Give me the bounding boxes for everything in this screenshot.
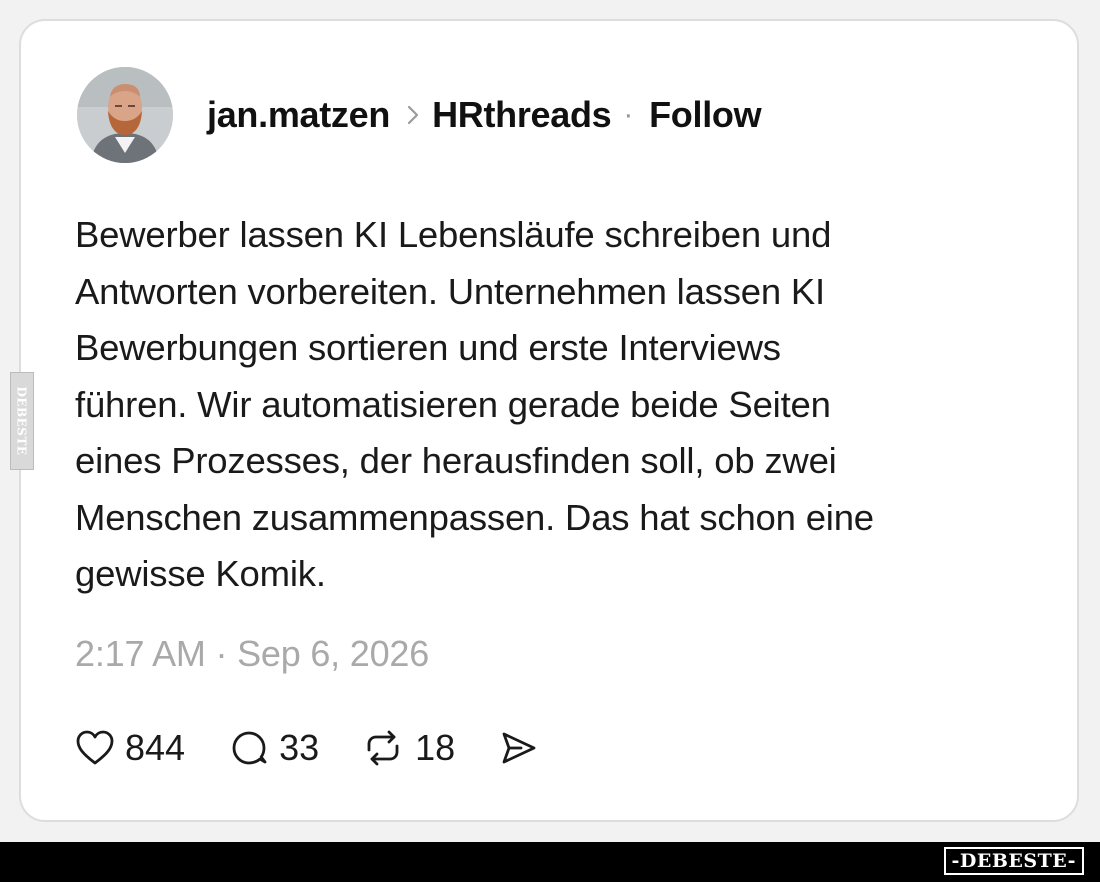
side-watermark-text: DEBESTE — [15, 386, 29, 456]
follow-button[interactable]: Follow — [649, 94, 761, 136]
post-header: jan.matzen HRthreads · Follow — [77, 67, 762, 163]
username-link[interactable]: jan.matzen — [207, 94, 390, 136]
post-timestamp[interactable]: 2:17 AM · Sep 6, 2026 — [75, 633, 429, 675]
reply-count: 33 — [279, 727, 320, 768]
post-card: jan.matzen HRthreads · Follow Bewerber l… — [19, 19, 1079, 822]
avatar-image — [77, 67, 173, 163]
post-text-line: eines Prozesses, der herausfinden soll, … — [75, 440, 837, 481]
like-button[interactable]: 844 — [75, 727, 185, 769]
post-text-line: führen. Wir automatisieren gerade beide … — [75, 383, 831, 425]
reply-bubble-icon — [229, 728, 269, 768]
reply-button[interactable]: 33 — [229, 727, 319, 769]
post-text-line: gewisse Komik. — [75, 553, 326, 594]
share-button[interactable] — [499, 730, 539, 766]
separator-dot: · — [623, 98, 634, 131]
avatar[interactable] — [77, 67, 173, 163]
post-text-line: Bewerber lassen KI Lebensläufe schreiben… — [75, 214, 832, 255]
action-bar: 844 33 18 — [75, 723, 539, 773]
author-line: jan.matzen HRthreads · Follow — [207, 94, 762, 136]
side-watermark: DEBESTE — [10, 372, 34, 470]
chevron-right-icon — [406, 104, 420, 126]
heart-icon — [75, 729, 115, 767]
post-text: Bewerber lassen KI Lebensläufe schreiben… — [75, 207, 1035, 603]
like-count: 844 — [125, 727, 186, 768]
post-text-line: Antworten vorbereiten. Unternehmen lasse… — [75, 270, 826, 312]
repost-icon — [361, 728, 405, 768]
bottom-bar: -DEBESTE- — [0, 842, 1100, 882]
community-link[interactable]: HRthreads — [432, 94, 612, 136]
share-icon — [499, 730, 539, 766]
repost-button[interactable]: 18 — [361, 727, 455, 769]
bottom-watermark-logo: -DEBESTE- — [943, 847, 1084, 875]
post-text-line: Menschen zusammenpassen. Das hat schon e… — [75, 496, 874, 538]
repost-count: 18 — [415, 727, 456, 768]
post-text-line: Bewerbungen sortieren und erste Intervie… — [75, 327, 781, 368]
